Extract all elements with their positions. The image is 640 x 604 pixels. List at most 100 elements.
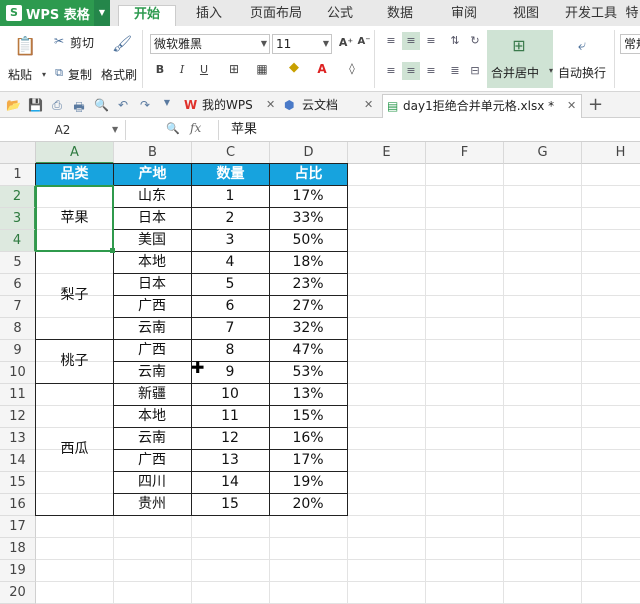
tab-cloud-docs[interactable]: ⬢ 云文档 ✕	[284, 94, 376, 118]
row-header-1[interactable]: 1	[0, 164, 36, 186]
text-direction-icon[interactable]: ⇅	[446, 32, 464, 50]
table-cell-pct[interactable]: 33%	[269, 207, 348, 230]
scissors-icon[interactable]: ✂	[52, 34, 66, 48]
table-cell-origin[interactable]: 新疆	[113, 383, 192, 406]
distributed-icon[interactable]: ⊟	[466, 62, 484, 80]
undo-icon[interactable]: ↶	[116, 98, 130, 112]
cut-button[interactable]: 剪切	[70, 34, 94, 51]
column-header-a[interactable]: A	[36, 142, 114, 164]
underline-button[interactable]: U	[196, 63, 212, 76]
row-header-17[interactable]: 17	[0, 516, 36, 538]
table-cell-qty[interactable]: 1	[191, 185, 270, 208]
table-cell-qty[interactable]: 14	[191, 471, 270, 494]
row-header-4[interactable]: 4	[0, 230, 36, 252]
copy-button[interactable]: 复制	[68, 66, 92, 83]
row-header-11[interactable]: 11	[0, 384, 36, 406]
tab-data[interactable]: 数据	[380, 5, 420, 26]
zoom-search-icon[interactable]: 🔍	[166, 122, 180, 135]
wrap-text-button[interactable]: 自动换行	[558, 64, 606, 81]
cell-style-icon[interactable]: ▦	[254, 62, 270, 76]
fill-handle[interactable]	[110, 248, 115, 253]
app-menu-button[interactable]: S WPS 表格 ▼	[0, 0, 110, 26]
row-header-19[interactable]: 19	[0, 560, 36, 582]
table-cell-qty[interactable]: 10	[191, 383, 270, 406]
paste-button[interactable]: 粘贴	[8, 66, 32, 83]
table-cell-origin[interactable]: 本地	[113, 251, 192, 274]
table-cell-pct[interactable]: 17%	[269, 449, 348, 472]
app-dropdown-icon[interactable]: ▼	[94, 0, 110, 26]
tab-view[interactable]: 视图	[506, 5, 546, 26]
paste-icon[interactable]: 📋	[14, 36, 36, 57]
insert-function-icon[interactable]: fx	[190, 121, 201, 135]
table-header-cell[interactable]: 数量	[191, 163, 270, 186]
row-header-13[interactable]: 13	[0, 428, 36, 450]
merge-center-button[interactable]: ⊞ 合并居中	[487, 30, 553, 88]
close-icon[interactable]: ✕	[364, 94, 373, 116]
row-header-3[interactable]: 3	[0, 208, 36, 230]
row-header-7[interactable]: 7	[0, 296, 36, 318]
align-left-icon[interactable]: ≡	[382, 62, 400, 80]
column-header-c[interactable]: C	[192, 142, 270, 164]
row-header-8[interactable]: 8	[0, 318, 36, 340]
fill-color-icon[interactable]: ◆	[286, 60, 302, 75]
select-all-corner[interactable]	[0, 142, 36, 164]
table-cell-pct[interactable]: 15%	[269, 405, 348, 428]
tab-review[interactable]: 审阅	[444, 5, 484, 26]
justify-icon[interactable]: ≣	[446, 62, 464, 80]
table-cell-origin[interactable]: 广西	[113, 449, 192, 472]
row-header-20[interactable]: 20	[0, 582, 36, 604]
orientation-icon[interactable]: ↻	[466, 32, 484, 50]
table-cell-origin[interactable]: 广西	[113, 295, 192, 318]
table-cell-origin[interactable]: 广西	[113, 339, 192, 362]
spreadsheet-grid[interactable]: A B C D E F G H 1 2 3 4 5 6 7 8 9 10 11 12 13 14 15 16 17 18 19 20 品…	[0, 142, 640, 604]
formula-input[interactable]: 苹果	[218, 120, 640, 140]
category-merged-cell[interactable]: 梨子	[35, 251, 114, 340]
grow-font-button[interactable]: A⁺	[338, 36, 354, 49]
table-header-cell[interactable]: 产地	[113, 163, 192, 186]
open-folder-icon[interactable]: 📂	[6, 98, 21, 112]
table-cell-origin[interactable]: 日本	[113, 207, 192, 230]
font-color-icon[interactable]: A	[314, 62, 330, 76]
table-cell-origin[interactable]: 四川	[113, 471, 192, 494]
table-cell-qty[interactable]: 5	[191, 273, 270, 296]
table-cell-qty[interactable]: 12	[191, 427, 270, 450]
table-cell-pct[interactable]: 16%	[269, 427, 348, 450]
table-cell-pct[interactable]: 53%	[269, 361, 348, 384]
table-cell-origin[interactable]: 云南	[113, 361, 192, 384]
tab-insert[interactable]: 插入	[186, 5, 232, 26]
print-icon[interactable]: 🖶	[72, 98, 86, 119]
redo-icon[interactable]: ↷	[138, 98, 152, 112]
table-cell-qty[interactable]: 13	[191, 449, 270, 472]
table-cell-qty[interactable]: 7	[191, 317, 270, 340]
align-bottom-icon[interactable]: ≡	[422, 32, 440, 50]
wrap-text-icon[interactable]: ⤶	[572, 36, 592, 54]
align-top-icon[interactable]: ≡	[382, 32, 400, 50]
table-cell-qty[interactable]: 4	[191, 251, 270, 274]
table-cell-origin[interactable]: 美国	[113, 229, 192, 252]
table-cell-pct[interactable]: 50%	[269, 229, 348, 252]
column-header-h[interactable]: H	[582, 142, 640, 164]
number-format-combo[interactable]: 常规	[620, 34, 640, 54]
font-name-combo[interactable]: 微软雅黑 ▼	[150, 34, 270, 54]
column-header-d[interactable]: D	[270, 142, 348, 164]
tab-page-layout[interactable]: 页面布局	[244, 5, 308, 26]
row-header-6[interactable]: 6	[0, 274, 36, 296]
table-cell-pct[interactable]: 13%	[269, 383, 348, 406]
table-cell-pct[interactable]: 23%	[269, 273, 348, 296]
tab-home[interactable]: 开始	[118, 5, 176, 26]
export-pdf-icon[interactable]: ⎙	[50, 98, 64, 113]
format-painter-button[interactable]: 格式刷	[101, 66, 137, 83]
copy-icon[interactable]: ⧉	[52, 66, 66, 80]
quick-access-dropdown-icon[interactable]: ▼	[160, 98, 174, 107]
table-cell-origin[interactable]: 本地	[113, 405, 192, 428]
shrink-font-button[interactable]: A⁻	[356, 36, 372, 47]
table-cell-qty[interactable]: 15	[191, 493, 270, 516]
table-cell-qty[interactable]: 2	[191, 207, 270, 230]
align-center-icon[interactable]: ≡	[402, 62, 420, 80]
new-tab-plus-icon[interactable]: +	[588, 94, 603, 115]
row-header-15[interactable]: 15	[0, 472, 36, 494]
row-header-18[interactable]: 18	[0, 538, 36, 560]
name-box[interactable]: A2	[0, 120, 126, 140]
table-cell-pct[interactable]: 17%	[269, 185, 348, 208]
paste-dropdown-icon[interactable]: ▾	[36, 70, 52, 79]
